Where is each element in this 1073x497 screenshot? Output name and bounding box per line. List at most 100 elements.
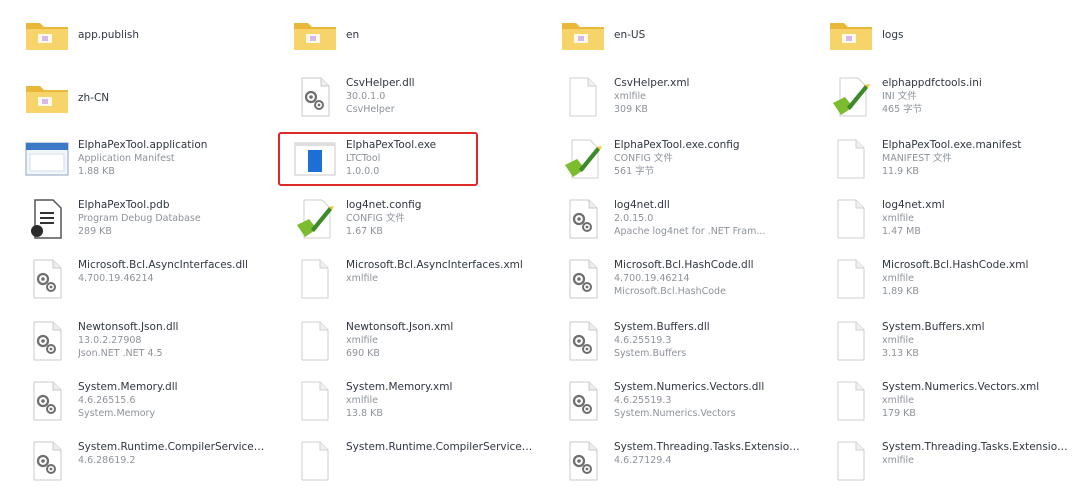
file-meta: 1.89 KB bbox=[882, 286, 919, 297]
file-meta: 13.0.2.27908 bbox=[78, 335, 142, 346]
file-meta: 30.0.1.0 bbox=[346, 91, 386, 102]
file-item[interactable]: CsvHelper.dll 30.0.1.0 CsvHelper bbox=[268, 67, 536, 129]
file-name: en bbox=[346, 28, 360, 41]
file-name: System.Buffers.xml bbox=[882, 321, 985, 333]
file-item[interactable]: ElphaPexTool.exe.config CONFIG 文件 561 字节 bbox=[536, 129, 804, 189]
file-item[interactable]: Microsoft.Bcl.HashCode.dll 4.700.19.46214… bbox=[536, 249, 804, 311]
file-item[interactable]: System.Numerics.Vectors.xml xmlfile 179 KB bbox=[804, 371, 1073, 431]
folder-item[interactable]: en-US bbox=[536, 3, 804, 67]
file-item[interactable]: System.Buffers.dll 4.6.25519.3 System.Buff… bbox=[536, 311, 804, 371]
file-meta: 289 KB bbox=[78, 226, 112, 237]
folder-icon bbox=[22, 13, 72, 57]
folder-item[interactable]: en bbox=[268, 3, 536, 67]
file-meta: 690 KB bbox=[346, 348, 380, 359]
file-text: en-US bbox=[614, 29, 804, 42]
file-meta: CONFIG 文件 bbox=[346, 213, 405, 224]
file-item[interactable]: Newtonsoft.Json.dll 13.0.2.27908 Json.NET … bbox=[0, 311, 268, 371]
file-item[interactable]: log4net.config CONFIG 文件 1.67 KB bbox=[268, 189, 536, 249]
document-icon bbox=[290, 439, 340, 483]
file-item[interactable]: log4net.dll 2.0.15.0 Apache log4net for .N… bbox=[536, 189, 804, 249]
file-item[interactable]: CsvHelper.xml xmlfile 309 KB bbox=[536, 67, 804, 129]
file-meta: 179 KB bbox=[882, 408, 916, 419]
folder-icon bbox=[558, 13, 608, 57]
folder-item[interactable]: zh-CN bbox=[0, 67, 268, 129]
file-item[interactable]: Microsoft.Bcl.HashCode.xml xmlfile 1.89 KB bbox=[804, 249, 1073, 311]
file-meta: Apache log4net for .NET Fram... bbox=[614, 226, 766, 237]
folder-item[interactable]: logs bbox=[804, 3, 1073, 67]
file-name: logs bbox=[882, 28, 904, 41]
document-icon bbox=[826, 197, 876, 241]
file-meta: Program Debug Database bbox=[78, 213, 201, 224]
file-name: Newtonsoft.Json.xml bbox=[346, 321, 454, 333]
file-text: Microsoft.Bcl.AsyncInterfaces.xml xmlfile bbox=[346, 257, 536, 285]
dll-icon bbox=[558, 257, 608, 301]
file-meta: 4.6.25519.3 bbox=[614, 395, 672, 406]
file-meta: 1.88 KB bbox=[78, 166, 115, 177]
file-text: ElphaPexTool.pdb Program Debug Database 28… bbox=[78, 197, 268, 238]
file-item[interactable]: System.Memory.dll 4.6.26515.6 System.Memor… bbox=[0, 371, 268, 431]
file-item[interactable]: System.Numerics.Vectors.dll 4.6.25519.3 Sy… bbox=[536, 371, 804, 431]
file-item[interactable]: System.Runtime.CompilerServices.Unsafe.x… bbox=[268, 431, 536, 491]
file-name: zh-CN bbox=[78, 91, 110, 104]
file-text: zh-CN bbox=[78, 92, 268, 105]
file-item[interactable]: Microsoft.Bcl.AsyncInterfaces.dll 4.700.1… bbox=[0, 249, 268, 311]
file-name: System.Threading.Tasks.Extensions.xml bbox=[882, 441, 1073, 453]
file-name: Microsoft.Bcl.AsyncInterfaces.xml bbox=[346, 259, 523, 271]
file-name: ElphaPexTool.exe.manifest bbox=[882, 139, 1022, 151]
file-text: System.Memory.xml xmlfile 13.8 KB bbox=[346, 379, 536, 420]
folder-item[interactable]: app.publish bbox=[0, 3, 268, 67]
file-item[interactable]: System.Threading.Tasks.Extensions.dll 4.6… bbox=[536, 431, 804, 491]
file-meta: xmlfile bbox=[882, 213, 914, 224]
file-name: en-US bbox=[614, 28, 646, 41]
file-meta: xmlfile bbox=[882, 395, 914, 406]
file-meta: xmlfile bbox=[882, 273, 914, 284]
application-icon bbox=[22, 137, 72, 181]
file-meta: 1.47 MB bbox=[882, 226, 921, 237]
file-item[interactable]: System.Runtime.CompilerServices.Unsafe.d… bbox=[0, 431, 268, 491]
config-icon bbox=[826, 75, 876, 119]
document-icon bbox=[290, 257, 340, 301]
file-name: CsvHelper.dll bbox=[346, 77, 415, 89]
file-meta: xmlfile bbox=[882, 335, 914, 346]
file-text: elphappdfctools.ini INI 文件 465 字节 bbox=[882, 75, 1073, 116]
file-meta: xmlfile bbox=[346, 273, 378, 284]
file-meta: 465 字节 bbox=[882, 104, 923, 115]
document-icon bbox=[826, 257, 876, 301]
file-item[interactable]: System.Memory.xml xmlfile 13.8 KB bbox=[268, 371, 536, 431]
file-item[interactable]: Newtonsoft.Json.xml xmlfile 690 KB bbox=[268, 311, 536, 371]
file-meta: MANIFEST 文件 bbox=[882, 153, 952, 164]
file-meta: 11.9 KB bbox=[882, 166, 919, 177]
file-text: Microsoft.Bcl.AsyncInterfaces.dll 4.700.1… bbox=[78, 257, 268, 285]
document-icon bbox=[826, 137, 876, 181]
file-text: CsvHelper.xml xmlfile 309 KB bbox=[614, 75, 804, 116]
file-meta: 309 KB bbox=[614, 104, 648, 115]
file-meta: xmlfile bbox=[614, 91, 646, 102]
file-item[interactable]: ElphaPexTool.exe LTCTool 1.0.0.0 bbox=[268, 129, 536, 189]
file-item[interactable]: log4net.xml xmlfile 1.47 MB bbox=[804, 189, 1073, 249]
selection-highlight bbox=[278, 132, 478, 186]
file-text: en bbox=[346, 29, 536, 42]
file-meta: 4.6.28619.2 bbox=[78, 455, 136, 466]
file-name: CsvHelper.xml bbox=[614, 77, 690, 89]
file-name: System.Numerics.Vectors.xml bbox=[882, 381, 1040, 393]
file-item[interactable]: ElphaPexTool.pdb Program Debug Database 28… bbox=[0, 189, 268, 249]
file-meta: INI 文件 bbox=[882, 91, 917, 102]
file-text: System.Threading.Tasks.Extensions.xml xml… bbox=[882, 439, 1073, 467]
file-name: app.publish bbox=[78, 28, 140, 41]
folder-icon bbox=[290, 13, 340, 57]
file-item[interactable]: elphappdfctools.ini INI 文件 465 字节 bbox=[804, 67, 1073, 129]
file-item[interactable]: ElphaPexTool.exe.manifest MANIFEST 文件 11.9… bbox=[804, 129, 1073, 189]
file-name: log4net.xml bbox=[882, 199, 945, 211]
document-icon bbox=[826, 379, 876, 423]
file-text: System.Threading.Tasks.Extensions.dll 4.6… bbox=[614, 439, 804, 467]
file-item[interactable]: ElphaPexTool.application Application Mani… bbox=[0, 129, 268, 189]
file-meta: 4.700.19.46214 bbox=[78, 273, 154, 284]
file-item[interactable]: System.Buffers.xml xmlfile 3.13 KB bbox=[804, 311, 1073, 371]
file-meta: 13.8 KB bbox=[346, 408, 383, 419]
file-item[interactable]: Microsoft.Bcl.AsyncInterfaces.xml xmlfile bbox=[268, 249, 536, 311]
dll-icon bbox=[558, 379, 608, 423]
document-icon bbox=[826, 439, 876, 483]
file-text: logs bbox=[882, 29, 1073, 42]
file-name: Microsoft.Bcl.AsyncInterfaces.dll bbox=[78, 259, 248, 271]
file-item[interactable]: System.Threading.Tasks.Extensions.xml xml… bbox=[804, 431, 1073, 491]
